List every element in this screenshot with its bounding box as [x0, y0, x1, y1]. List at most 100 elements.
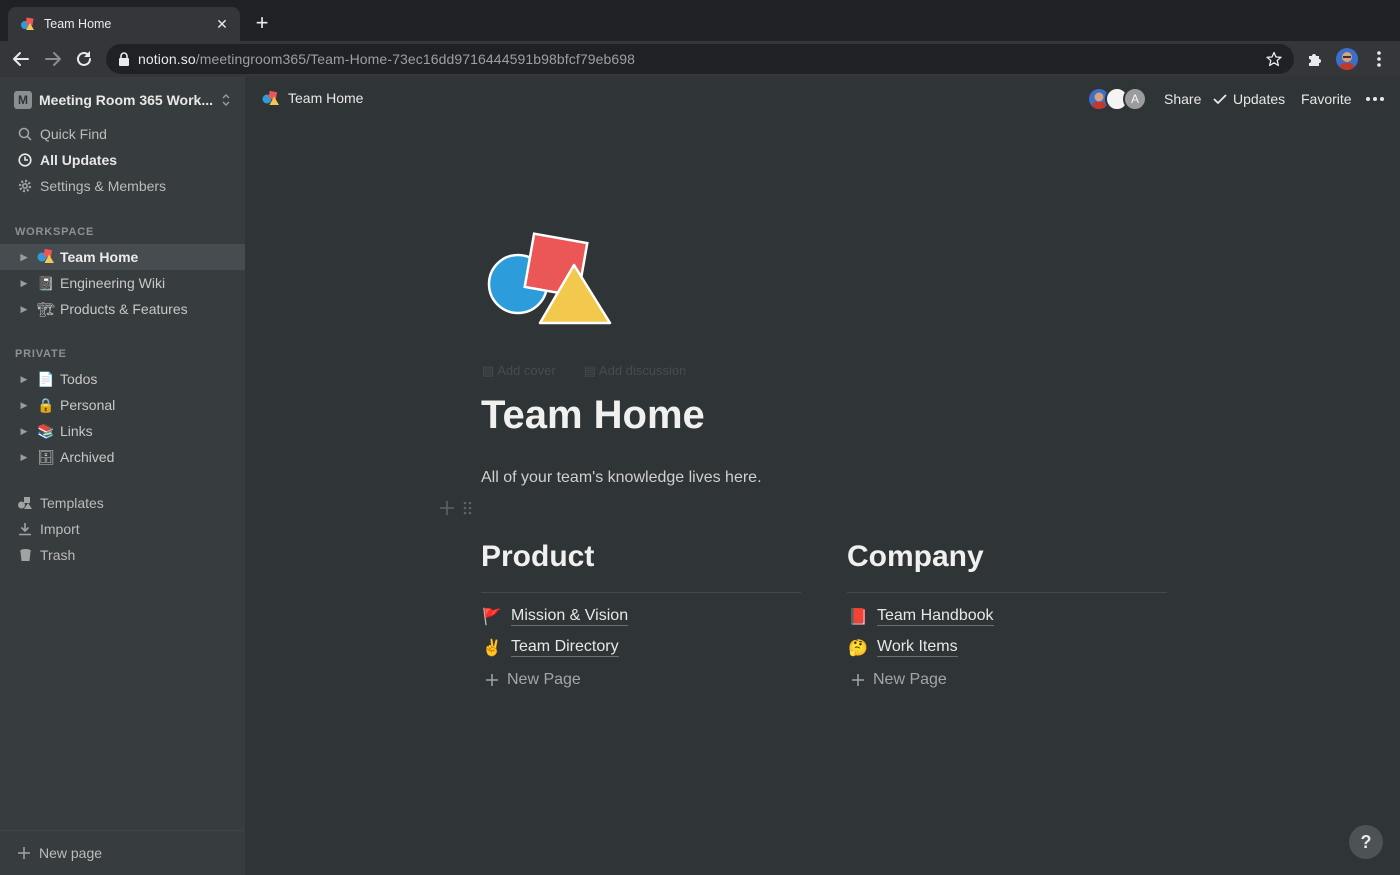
browser-tab-bar: Team Home ✕ +	[0, 0, 1400, 41]
more-options-icon[interactable]	[1365, 92, 1385, 106]
sidebar-page-label: Todos	[60, 371, 98, 387]
extensions-puzzle-icon[interactable]	[1306, 50, 1324, 68]
page-description[interactable]: All of your team's knowledge lives here.	[481, 469, 762, 487]
sidebar-item-settings-members[interactable]: Settings & Members	[0, 173, 245, 199]
chevron-up-down-icon	[222, 94, 230, 106]
add-discussion-button[interactable]: ▤ Add discussion	[584, 363, 701, 379]
collaborator-avatars[interactable]: A	[1087, 87, 1149, 111]
templates-icon	[17, 495, 33, 511]
product-column: Product 🚩 Mission & Vision ✌️ Team Direc…	[481, 540, 801, 696]
page-link-label: Mission & Vision	[511, 607, 629, 626]
new-page-label: New page	[39, 845, 103, 861]
add-cover-button[interactable]: ▨ Add cover	[482, 363, 570, 379]
expand-caret-icon[interactable]: ▶	[19, 400, 29, 411]
lock-icon	[119, 52, 129, 66]
url-path: /meetingroom365/Team-Home-73ec16dd971644…	[195, 51, 636, 67]
reload-icon[interactable]	[73, 48, 95, 70]
favorite-button[interactable]: Favorite	[1301, 91, 1352, 107]
expand-caret-icon[interactable]: ▶	[19, 374, 29, 385]
avatar[interactable]: A	[1123, 87, 1147, 111]
trash-icon	[17, 547, 33, 563]
tab-title: Team Home	[44, 17, 112, 31]
red-flag-icon: 🚩	[482, 608, 502, 626]
breadcrumb[interactable]: Team Home	[262, 90, 363, 106]
sidebar-page-label: Personal	[60, 397, 116, 413]
block-handle-icon[interactable]	[440, 499, 474, 517]
plus-icon	[18, 847, 30, 859]
file-cabinet-icon: 🗄	[37, 449, 55, 465]
new-page-button[interactable]: New Page	[481, 663, 801, 696]
expand-caret-icon[interactable]: ▶	[19, 452, 29, 463]
expand-caret-icon[interactable]: ▶	[19, 426, 29, 437]
sidebar-page-products-features[interactable]: ▶ 🏗 Products & Features	[0, 296, 245, 322]
page-link-label: Team Handbook	[877, 607, 994, 626]
page-link-label: Team Directory	[511, 638, 619, 657]
workspace-badge: M	[14, 91, 32, 109]
sidebar-page-team-home[interactable]: ▶ Team Home	[0, 244, 245, 270]
page-link-label: Work Items	[877, 638, 958, 657]
updates-button[interactable]: Updates	[1213, 91, 1285, 107]
page-shapes-icon[interactable]	[486, 232, 614, 328]
page-title[interactable]: Team Home	[481, 393, 705, 438]
sidebar-page-todos[interactable]: ▶ 📄 Todos	[0, 366, 245, 392]
company-column: Company 📕 Team Handbook 🤔 Work Items New…	[847, 540, 1167, 696]
sidebar-page-label: Engineering Wiki	[60, 275, 166, 291]
sidebar-item-label: Templates	[40, 495, 104, 511]
forward-arrow-icon[interactable]	[42, 48, 64, 70]
divider	[847, 592, 1167, 593]
sidebar-page-engineering-wiki[interactable]: ▶ 📓 Engineering Wiki	[0, 270, 245, 296]
new-tab-plus-icon[interactable]: +	[252, 12, 272, 34]
new-page-label: New Page	[873, 670, 947, 688]
help-button[interactable]: ?	[1349, 825, 1383, 859]
team-home-shapes-icon	[37, 248, 55, 266]
column-heading[interactable]: Product	[481, 540, 801, 584]
page-link-work-items[interactable]: 🤔 Work Items	[847, 632, 1167, 663]
bookmark-star-icon[interactable]	[1266, 51, 1282, 67]
breadcrumb-label: Team Home	[288, 90, 364, 106]
sidebar-item-templates[interactable]: Templates	[0, 490, 245, 516]
sidebar-page-label: Team Home	[60, 249, 139, 265]
page-link-mission-vision[interactable]: 🚩 Mission & Vision	[481, 601, 801, 632]
sidebar-page-label: Links	[60, 423, 93, 439]
expand-caret-icon[interactable]: ▶	[19, 304, 29, 315]
url-text: notion.so/meetingroom365/Team-Home-73ec1…	[138, 51, 1266, 67]
browser-tab[interactable]: Team Home ✕	[8, 7, 240, 41]
lock-icon: 🔒	[37, 397, 55, 413]
team-home-favicon-icon	[21, 17, 34, 30]
gear-icon	[17, 178, 33, 194]
sidebar: M Meeting Room 365 Work... Quick Find Al…	[0, 77, 245, 875]
browser-menu-dots-icon[interactable]	[1372, 48, 1386, 70]
sidebar-page-links[interactable]: ▶ 📚 Links	[0, 418, 245, 444]
close-tab-icon[interactable]: ✕	[214, 16, 230, 32]
sidebar-item-all-updates[interactable]: All Updates	[0, 147, 245, 173]
clock-icon	[17, 152, 33, 168]
construction-icon: 🏗	[37, 301, 55, 317]
expand-caret-icon[interactable]: ▶	[19, 252, 29, 263]
workspace-section-label: WORKSPACE	[15, 226, 95, 238]
sidebar-page-label: Products & Features	[60, 301, 188, 317]
private-section-label: PRIVATE	[15, 348, 67, 360]
column-heading[interactable]: Company	[847, 540, 1167, 584]
sidebar-item-label: Quick Find	[40, 126, 107, 142]
sidebar-item-label: Trash	[40, 547, 76, 563]
sidebar-page-archived[interactable]: ▶ 🗄 Archived	[0, 444, 245, 470]
expand-caret-icon[interactable]: ▶	[19, 278, 29, 289]
address-bar[interactable]: notion.so/meetingroom365/Team-Home-73ec1…	[106, 44, 1294, 74]
page-link-team-directory[interactable]: ✌️ Team Directory	[481, 632, 801, 663]
workspace-switcher[interactable]: M Meeting Room 365 Work...	[14, 89, 232, 111]
plus-icon	[852, 673, 864, 686]
sidebar-item-quick-find[interactable]: Quick Find	[0, 121, 245, 147]
add-cover-label: Add cover	[497, 363, 556, 378]
sidebar-page-label: Archived	[60, 449, 115, 465]
sidebar-page-personal[interactable]: ▶ 🔒 Personal	[0, 392, 245, 418]
sidebar-item-import[interactable]: Import	[0, 516, 245, 542]
page-topbar: Team Home A Share Updates Favorite	[245, 77, 1400, 122]
sidebar-item-trash[interactable]: Trash	[0, 542, 245, 568]
new-page-button[interactable]: New Page	[847, 663, 1167, 696]
sidebar-new-page-button[interactable]: New page	[0, 830, 245, 875]
back-arrow-icon[interactable]	[10, 48, 32, 70]
share-button[interactable]: Share	[1164, 91, 1201, 107]
red-book-icon: 📕	[848, 608, 868, 626]
page-link-team-handbook[interactable]: 📕 Team Handbook	[847, 601, 1167, 632]
browser-profile-avatar[interactable]	[1336, 48, 1358, 70]
